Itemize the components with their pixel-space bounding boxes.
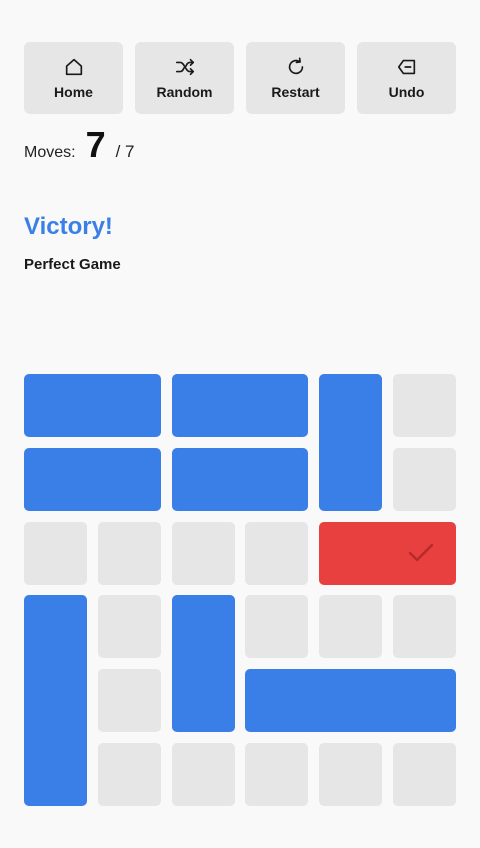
sliding-block[interactable] xyxy=(24,447,161,511)
board-cell xyxy=(319,743,383,806)
undo-label: Undo xyxy=(388,84,425,100)
backspace-icon xyxy=(397,59,415,75)
board-cell xyxy=(245,743,309,806)
board-cell xyxy=(393,447,456,511)
restart-icon xyxy=(288,57,303,75)
target-block[interactable] xyxy=(319,521,456,585)
board-cell xyxy=(245,521,309,585)
sliding-block[interactable] xyxy=(245,669,456,733)
sliding-block[interactable] xyxy=(24,374,161,437)
random-button[interactable]: Random xyxy=(135,42,234,114)
board-cell xyxy=(171,743,235,806)
sliding-block[interactable] xyxy=(319,374,383,511)
board-cell xyxy=(393,595,456,659)
moves-total: / 7 xyxy=(115,142,135,161)
board-cell xyxy=(393,374,456,437)
sliding-block[interactable] xyxy=(24,595,87,806)
board-cell xyxy=(245,595,309,659)
toolbar: Home Random Restart Undo xyxy=(24,42,456,114)
checkmark-icon xyxy=(408,543,434,562)
board-cell xyxy=(171,521,235,585)
undo-button[interactable]: Undo xyxy=(357,42,456,114)
board-cell xyxy=(97,743,161,806)
board-cell xyxy=(97,521,161,585)
board-cell xyxy=(24,521,87,585)
board-cell xyxy=(393,743,456,806)
shuffle-icon xyxy=(175,58,194,76)
board-cell xyxy=(97,595,161,659)
moves-count: 7 xyxy=(85,124,106,165)
status-subtitle: Perfect Game xyxy=(24,256,121,273)
moves-counter: Moves: 7 / 7 xyxy=(24,124,135,174)
home-label: Home xyxy=(54,84,93,100)
sliding-block[interactable] xyxy=(171,447,309,511)
moves-label: Moves: xyxy=(24,144,76,161)
home-icon xyxy=(65,58,82,76)
board-cell xyxy=(97,669,161,733)
status-title: Victory! xyxy=(24,213,113,240)
game-board xyxy=(24,374,456,806)
restart-label: Restart xyxy=(271,84,320,100)
random-label: Random xyxy=(156,84,213,100)
sliding-block[interactable] xyxy=(171,595,235,733)
restart-button[interactable]: Restart xyxy=(246,42,345,114)
board-cell xyxy=(319,595,383,659)
sliding-block[interactable] xyxy=(171,374,309,437)
home-button[interactable]: Home xyxy=(24,42,123,114)
